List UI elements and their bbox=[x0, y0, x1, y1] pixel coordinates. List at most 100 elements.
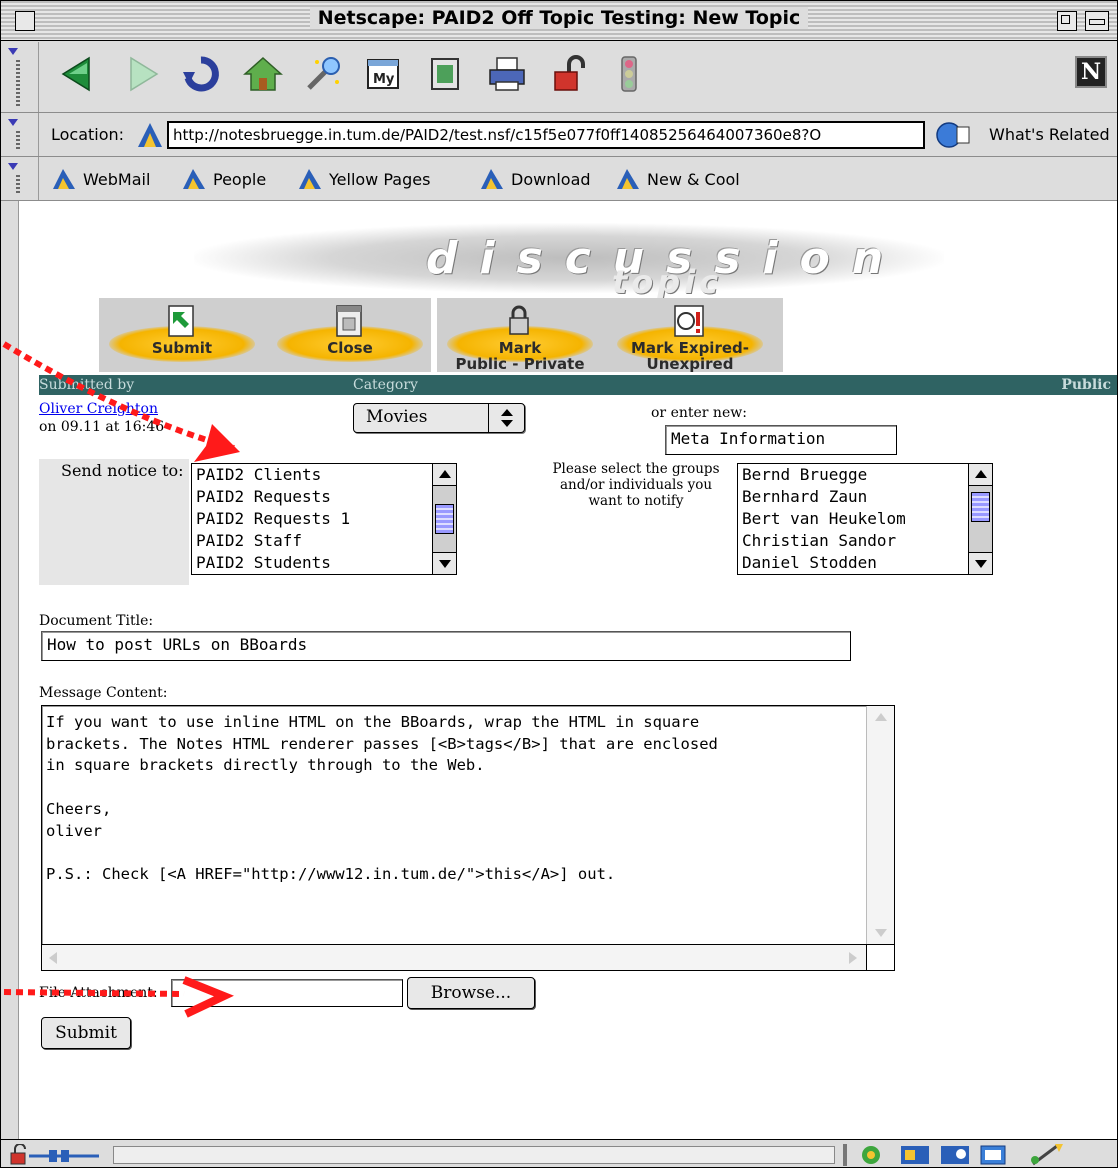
list-item[interactable]: Bernhard Zaun bbox=[738, 486, 992, 508]
bookmark-yellow-pages[interactable]: Yellow Pages bbox=[297, 167, 430, 191]
list-item[interactable]: Bernd Bruegge bbox=[738, 464, 992, 486]
submitted-by-label: Submitted by bbox=[39, 377, 135, 393]
close-action-label: Close bbox=[327, 339, 373, 357]
message-horizontal-scrollbar[interactable] bbox=[42, 944, 868, 970]
bookmark-label: Yellow Pages bbox=[329, 169, 431, 189]
security-lock-icon[interactable] bbox=[547, 52, 591, 96]
send-notice-panel: Send notice to: bbox=[39, 459, 189, 585]
my-netscape-icon[interactable]: My bbox=[361, 52, 405, 96]
scroll-down-icon[interactable] bbox=[874, 928, 888, 938]
back-icon[interactable] bbox=[57, 52, 101, 96]
whats-related-icon[interactable] bbox=[935, 121, 979, 149]
message-vertical-scrollbar[interactable] bbox=[866, 706, 894, 944]
stop-icon[interactable] bbox=[607, 52, 651, 96]
scroll-down-icon[interactable] bbox=[969, 552, 992, 574]
select-arrows-icon bbox=[488, 404, 524, 432]
window-title: Netscape: PAID2 Off Topic Testing: New T… bbox=[309, 7, 809, 29]
print-icon[interactable] bbox=[485, 52, 529, 96]
group-list-scrollbar[interactable] bbox=[432, 464, 456, 574]
images-icon[interactable] bbox=[423, 52, 467, 96]
message-content-label: Message Content: bbox=[39, 685, 168, 701]
header-bar: Submitted by Category Public bbox=[39, 375, 1117, 395]
send-notice-label: Send notice to: bbox=[61, 461, 184, 480]
lock-icon bbox=[509, 305, 529, 335]
svg-text:My: My bbox=[373, 72, 395, 87]
close-action-button[interactable]: Close bbox=[271, 304, 429, 370]
bookmark-icon bbox=[53, 169, 75, 189]
document-title-input[interactable]: How to post URLs on BBoards bbox=[41, 631, 851, 661]
visibility-status: Public bbox=[1061, 377, 1111, 393]
bookmark-icon bbox=[183, 169, 205, 189]
category-header-label: Category bbox=[353, 377, 418, 393]
submit-action-button[interactable]: Submit bbox=[103, 304, 261, 370]
close-doc-icon bbox=[336, 305, 362, 337]
category-selected-value: Movies bbox=[366, 407, 428, 427]
scroll-right-icon[interactable] bbox=[848, 951, 858, 965]
location-label: Location: bbox=[51, 125, 125, 144]
component-bar-icons[interactable] bbox=[843, 1142, 1073, 1168]
toolbar-grip[interactable] bbox=[1, 113, 39, 156]
group-notify-list[interactable]: PAID2 Clients PAID2 Requests PAID2 Reque… bbox=[191, 463, 457, 575]
category-select[interactable]: Movies bbox=[353, 403, 525, 433]
netscape-logo[interactable]: N bbox=[1075, 56, 1107, 88]
zoom-box[interactable] bbox=[1057, 11, 1077, 31]
people-notify-list[interactable]: Bernd Bruegge Bernhard Zaun Bert van Heu… bbox=[737, 463, 993, 575]
bookmark-webmail[interactable]: WebMail bbox=[51, 167, 150, 191]
url-input[interactable]: http://notesbruegge.in.tum.de/PAID2/test… bbox=[167, 121, 925, 149]
scroll-left-icon[interactable] bbox=[48, 951, 58, 965]
search-icon[interactable] bbox=[301, 52, 345, 96]
scroll-up-icon[interactable] bbox=[874, 712, 888, 722]
page-proxy-icon[interactable] bbox=[136, 121, 164, 149]
browse-button[interactable]: Browse... bbox=[407, 977, 535, 1009]
toolbar-grip[interactable] bbox=[1, 157, 39, 200]
action-bar: Submit Close Mark Public - Private Mark … bbox=[99, 298, 783, 372]
scroll-down-icon[interactable] bbox=[433, 552, 456, 574]
textarea-grow-box[interactable] bbox=[866, 944, 894, 970]
bookmark-label: Download bbox=[511, 169, 591, 189]
file-attachment-input[interactable] bbox=[171, 979, 403, 1007]
list-item[interactable]: PAID2 Students bbox=[192, 552, 456, 574]
banner-subtitle: topic bbox=[612, 263, 723, 301]
message-content-textarea[interactable]: If you want to use inline HTML on the BB… bbox=[41, 705, 895, 971]
scroll-thumb[interactable] bbox=[971, 492, 990, 522]
page-content: discussion topic Submit Close Mark Publi… bbox=[19, 201, 1117, 1139]
submit-button[interactable]: Submit bbox=[41, 1017, 131, 1049]
author-link[interactable]: Oliver Creighton bbox=[39, 401, 158, 417]
submit-icon bbox=[168, 305, 194, 337]
collapse-box[interactable] bbox=[1085, 11, 1109, 31]
home-icon[interactable] bbox=[241, 52, 285, 96]
content-left-edge bbox=[1, 201, 19, 1139]
list-item[interactable]: PAID2 Requests bbox=[192, 486, 456, 508]
mark-public-private-button[interactable]: Mark Public - Private bbox=[441, 304, 599, 372]
personal-toolbar: WebMail People Yellow Pages Download New… bbox=[1, 157, 1117, 201]
or-enter-new-label: or enter new: bbox=[651, 405, 747, 421]
scroll-thumb[interactable] bbox=[435, 504, 454, 534]
scroll-up-icon[interactable] bbox=[969, 464, 992, 486]
whats-related-label[interactable]: What's Related bbox=[989, 125, 1110, 144]
bookmark-people[interactable]: People bbox=[181, 167, 266, 191]
bookmark-label: People bbox=[213, 169, 267, 189]
mark-expired-button[interactable]: Mark Expired- Unexpired bbox=[611, 304, 769, 373]
reload-icon[interactable] bbox=[179, 52, 223, 96]
navigation-toolbar: My N bbox=[1, 42, 1117, 113]
toolbar-grip[interactable] bbox=[1, 42, 39, 112]
list-item[interactable]: Daniel Stodden bbox=[738, 552, 992, 574]
security-connection-icon[interactable] bbox=[9, 1144, 105, 1166]
mark-expired-label-2: Unexpired bbox=[646, 355, 734, 373]
bookmark-new-and-cool[interactable]: New & Cool bbox=[615, 167, 740, 191]
forward-icon[interactable] bbox=[119, 52, 163, 96]
bookmark-label: WebMail bbox=[83, 169, 151, 189]
location-toolbar: Location: http://notesbruegge.in.tum.de/… bbox=[1, 113, 1117, 157]
bookmark-icon bbox=[617, 169, 639, 189]
list-item[interactable]: PAID2 Requests 1 bbox=[192, 508, 456, 530]
bookmark-download[interactable]: Download bbox=[479, 167, 591, 191]
list-item[interactable]: PAID2 Clients bbox=[192, 464, 456, 486]
title-bar[interactable]: Netscape: PAID2 Off Topic Testing: New T… bbox=[1, 1, 1117, 41]
list-item[interactable]: Bert van Heukelom bbox=[738, 508, 992, 530]
discussion-banner: discussion topic bbox=[194, 223, 944, 301]
people-list-scrollbar[interactable] bbox=[968, 464, 992, 574]
list-item[interactable]: Christian Sandor bbox=[738, 530, 992, 552]
scroll-up-icon[interactable] bbox=[433, 464, 456, 486]
new-category-input[interactable]: Meta Information bbox=[665, 425, 897, 455]
list-item[interactable]: PAID2 Staff bbox=[192, 530, 456, 552]
